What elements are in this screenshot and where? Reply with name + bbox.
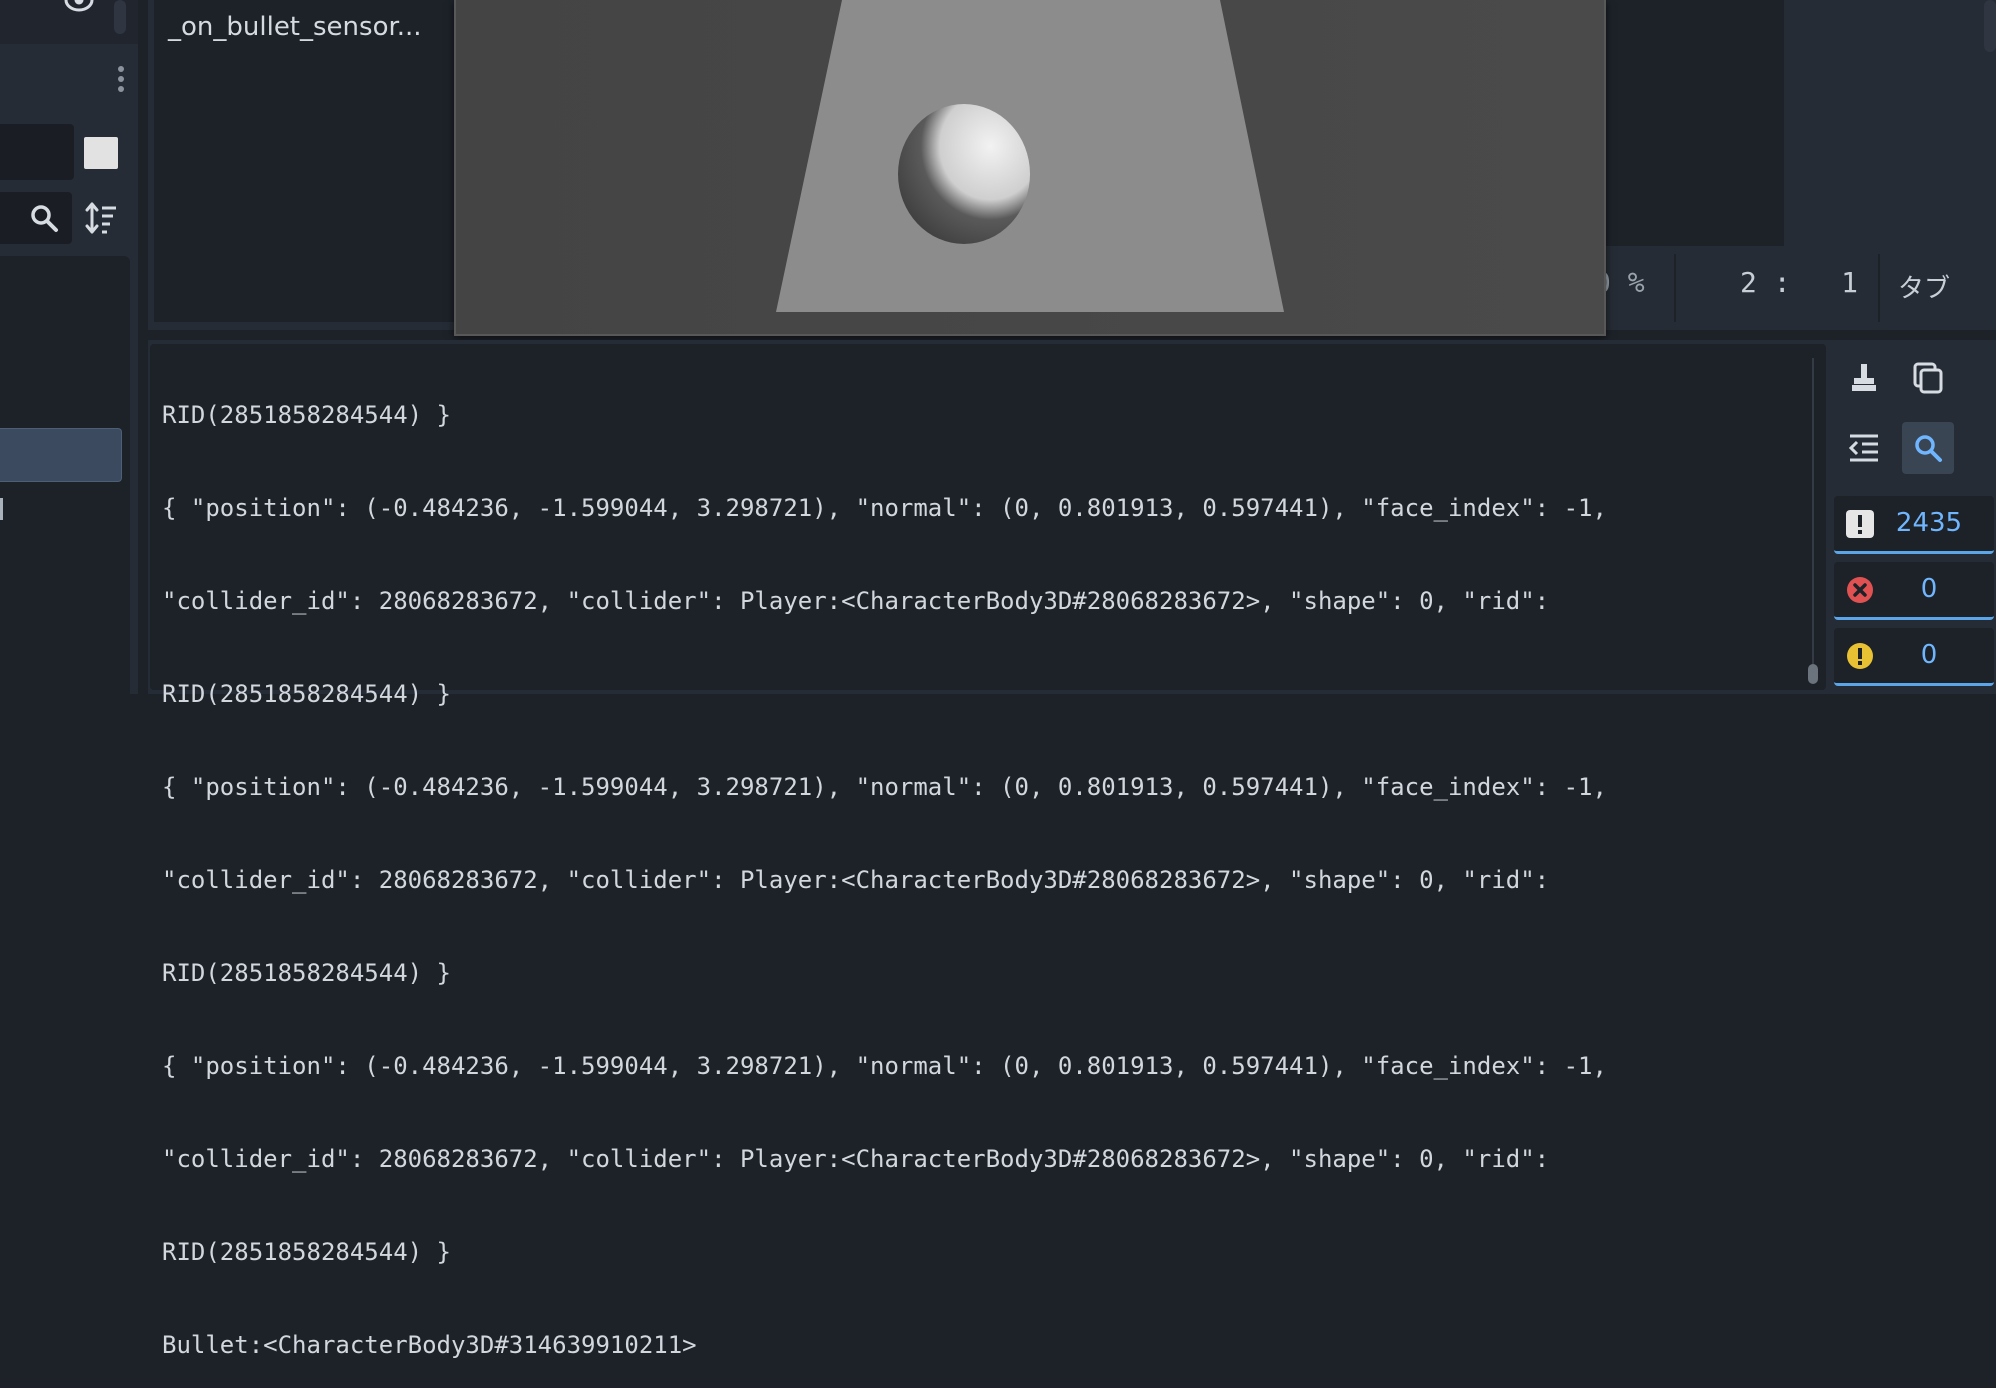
message-counter-button[interactable]: 2435 [1834, 496, 1994, 554]
error-counter-button[interactable]: 0 [1834, 562, 1994, 620]
sort-icon[interactable] [84, 200, 118, 236]
method-list [154, 0, 454, 322]
search-icon [1915, 435, 1942, 462]
log-line: "collider_id": 28068283672, "collider": … [162, 866, 1550, 894]
log-line: RID(2851858284544) } [162, 959, 451, 987]
log-line: "collider_id": 28068283672, "collider": … [162, 1145, 1550, 1173]
filter-messages-button[interactable] [1902, 422, 1954, 474]
collapse-duplicates-button[interactable] [1838, 422, 1890, 474]
method-list-item[interactable]: _on_bullet_sensor... [168, 12, 422, 42]
color-swatch[interactable] [84, 137, 118, 169]
floor-platform [776, 0, 1284, 312]
log-line: RID(2851858284544) } [162, 680, 451, 708]
copy-output-button[interactable] [1902, 352, 1954, 404]
tree-item-marker [0, 498, 3, 520]
copy-icon [1913, 362, 1943, 394]
eye-icon[interactable] [64, 0, 94, 16]
log-line: "collider_id": 28068283672, "collider": … [162, 587, 1550, 615]
sphere-ball [898, 104, 1030, 244]
status-separator [1674, 254, 1676, 322]
scene-dock-scrollbar[interactable] [114, 0, 126, 34]
clear-output-button[interactable] [1838, 352, 1890, 404]
log-line: RID(2851858284544) } [162, 401, 451, 429]
log-line: RID(2851858284544) } [162, 1238, 451, 1266]
log-line: { "position": (-0.484236, -1.599044, 3.2… [162, 773, 1607, 801]
message-count: 2435 [1895, 508, 1963, 538]
game-viewport[interactable] [456, 0, 1604, 334]
cursor-position: 2 : 1 [1740, 266, 1859, 299]
error-x-icon [1846, 576, 1874, 604]
warning-icon [1846, 642, 1874, 670]
code-editor[interactable] [1604, 0, 1784, 246]
warning-counter-button[interactable]: 0 [1834, 628, 1994, 686]
kebab-menu-icon[interactable] [116, 66, 126, 102]
exclamation-icon [1846, 510, 1874, 538]
collapse-icon [1848, 434, 1878, 462]
broom-icon [1852, 364, 1876, 391]
tree-item-selected[interactable] [0, 428, 122, 482]
warning-count: 0 [1920, 640, 1938, 670]
output-scrollbar-thumb[interactable] [1808, 664, 1818, 684]
indent-mode[interactable]: タブ [1898, 268, 1950, 305]
editor-scrollbar[interactable] [1984, 0, 1996, 52]
search-icon[interactable] [28, 202, 60, 234]
output-scrollbar[interactable] [1812, 358, 1814, 664]
log-line: Bullet:<CharacterBody3D#314639910211> [162, 1331, 697, 1359]
name-input[interactable] [0, 124, 74, 180]
log-line: { "position": (-0.484236, -1.599044, 3.2… [162, 1052, 1607, 1080]
status-separator [1878, 254, 1880, 322]
error-count: 0 [1920, 574, 1938, 604]
output-log-text: RID(2851858284544) } { "position": (-0.4… [162, 338, 1812, 1388]
scene-dock-header [0, 0, 126, 40]
log-line: { "position": (-0.484236, -1.599044, 3.2… [162, 494, 1607, 522]
